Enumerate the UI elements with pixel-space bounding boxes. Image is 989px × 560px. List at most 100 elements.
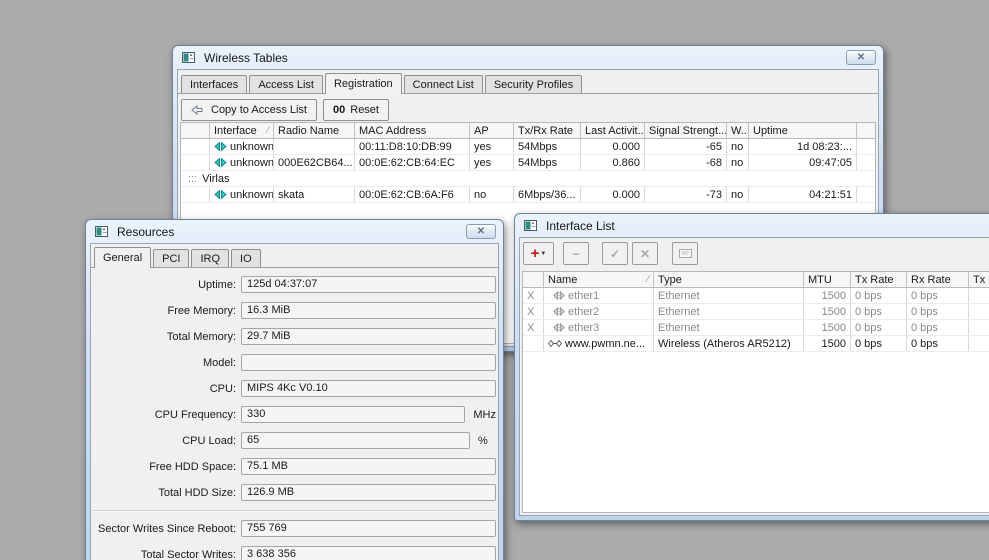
free-hdd-value: 75.1 MB	[241, 458, 496, 475]
window-icon	[182, 52, 195, 63]
check-icon: ✓	[610, 248, 620, 260]
tab-connect-list[interactable]: Connect List	[404, 75, 483, 93]
sort-asc-icon: ∕	[644, 273, 649, 287]
col-txrx-rate[interactable]: Tx/Rx Rate	[514, 123, 581, 138]
col-name[interactable]: Name∕	[544, 272, 654, 287]
field-model: Model:	[93, 354, 496, 371]
comment-prefix: :::	[188, 173, 197, 185]
interface-list-body: + ▼ − ✓ ✕	[519, 237, 989, 516]
model-value	[241, 354, 496, 371]
resources-fields: Uptime: 125d 04:37:07 Free Memory: 16.3 …	[91, 268, 498, 560]
arrow-left-icon	[191, 105, 203, 115]
col-last-activity[interactable]: Last Activit...	[581, 123, 645, 138]
table-row[interactable]: unknown 000E62CB64... 00:0E:62:CB:64:EC …	[181, 155, 875, 171]
wireless-interface-icon	[214, 142, 227, 151]
table-row[interactable]: unknown skata 00:0E:62:CB:6A:F6 no 6Mbps…	[181, 187, 875, 203]
interface-table-header: Name∕ Type MTU Tx Rate Rx Rate Tx	[523, 272, 989, 288]
cpu-load-value: 65	[241, 432, 470, 449]
resources-titlebar[interactable]: Resources ✕	[86, 220, 503, 243]
wireless-toolbar: Copy to Access List 00 Reset	[178, 94, 878, 125]
comment-row[interactable]: ::: Virlas	[181, 171, 875, 187]
uptime-value: 125d 04:37:07	[241, 276, 496, 293]
window-title: Resources	[117, 225, 174, 239]
ethernet-interface-icon	[553, 323, 565, 332]
tab-registration[interactable]: Registration	[325, 73, 402, 94]
total-memory-value: 29.7 MiB	[241, 328, 496, 345]
field-free-memory: Free Memory: 16.3 MiB	[93, 302, 496, 319]
resources-window: Resources ✕ General PCI IRQ IO Uptime: 1…	[85, 219, 504, 560]
table-row[interactable]: www.pwmn.ne... Wireless (Atheros AR5212)…	[523, 336, 989, 352]
interface-list-titlebar[interactable]: Interface List ✕	[515, 214, 989, 237]
col-w[interactable]: W...	[727, 123, 749, 138]
disable-interface-button[interactable]: ✕	[632, 242, 658, 265]
col-type[interactable]: Type	[654, 272, 804, 287]
window-title: Wireless Tables	[204, 51, 288, 65]
tab-io[interactable]: IO	[231, 249, 261, 267]
tab-security-profiles[interactable]: Security Profiles	[485, 75, 582, 93]
field-total-sector-writes: Total Sector Writes: 3 638 356	[93, 546, 496, 560]
flag-column-header[interactable]	[181, 123, 210, 138]
reset-label: Reset	[350, 104, 379, 116]
col-mac-address[interactable]: MAC Address	[355, 123, 470, 138]
enable-interface-button[interactable]: ✓	[602, 242, 628, 265]
field-cpu-frequency: CPU Frequency: 330 MHz	[93, 406, 496, 423]
ethernet-interface-icon	[553, 307, 565, 316]
cpu-frequency-unit: MHz	[473, 409, 496, 421]
wireless-tabbar: Interfaces Access List Registration Conn…	[178, 70, 878, 94]
wireless-interface-icon	[214, 158, 227, 167]
cross-icon: ✕	[640, 248, 650, 260]
ethernet-interface-icon	[553, 291, 565, 300]
tab-irq[interactable]: IRQ	[191, 249, 229, 267]
reset-button[interactable]: 00 Reset	[323, 99, 389, 121]
tab-access-list[interactable]: Access List	[249, 75, 323, 93]
col-radio-name[interactable]: Radio Name	[274, 123, 355, 138]
field-sector-writes-reboot: Sector Writes Since Reboot: 755 769	[93, 520, 496, 537]
col-signal-strength[interactable]: Signal Strengt...	[645, 123, 727, 138]
field-free-hdd: Free HDD Space: 75.1 MB	[93, 458, 496, 475]
col-mtu[interactable]: MTU	[804, 272, 851, 287]
registration-table-header: Interface∕ Radio Name MAC Address AP Tx/…	[181, 123, 875, 139]
table-row[interactable]: X ether2 Ethernet 1500 0 bps 0 bps	[523, 304, 989, 320]
col-tx-rate[interactable]: Tx Rate	[851, 272, 907, 287]
col-uptime[interactable]: Uptime	[749, 123, 857, 138]
wireless-interface-icon	[214, 190, 227, 199]
comment-button[interactable]	[672, 242, 698, 265]
cpu-frequency-input[interactable]: 330	[241, 406, 465, 423]
total-sector-writes-value: 3 638 356	[241, 546, 496, 560]
remove-interface-button[interactable]: −	[563, 242, 589, 265]
copy-to-access-list-button[interactable]: Copy to Access List	[181, 99, 317, 121]
col-tx-cut[interactable]: Tx	[969, 272, 989, 287]
table-row[interactable]: X ether1 Ethernet 1500 0 bps 0 bps	[523, 288, 989, 304]
col-filler	[857, 123, 875, 138]
tab-general[interactable]: General	[94, 247, 151, 268]
table-row[interactable]: X ether3 Ethernet 1500 0 bps 0 bps	[523, 320, 989, 336]
flag-column-header[interactable]	[523, 272, 544, 287]
total-hdd-value: 126.9 MB	[241, 484, 496, 501]
interface-list-window: Interface List ✕ + ▼ − ✓ ✕	[514, 213, 989, 521]
wireless-tables-titlebar[interactable]: Wireless Tables ✕	[173, 46, 883, 69]
col-interface[interactable]: Interface∕	[210, 123, 274, 138]
field-cpu-load: CPU Load: 65 %	[93, 432, 496, 449]
field-uptime: Uptime: 125d 04:37:07	[93, 276, 496, 293]
add-interface-button[interactable]: + ▼	[523, 242, 554, 265]
window-title: Interface List	[546, 219, 615, 233]
close-icon[interactable]: ✕	[466, 224, 496, 239]
wlan-interface-icon	[548, 339, 562, 348]
interface-table: Name∕ Type MTU Tx Rate Rx Rate Tx X ethe…	[522, 271, 989, 513]
section-divider	[93, 510, 496, 512]
comment-note-icon	[679, 248, 692, 259]
table-row[interactable]: unknown 00:11:D8:10:DB:99 yes 54Mbps 0.0…	[181, 139, 875, 155]
resources-tabbar: General PCI IRQ IO	[91, 244, 498, 268]
field-total-hdd: Total HDD Size: 126.9 MB	[93, 484, 496, 501]
cpu-load-unit: %	[478, 435, 488, 447]
plus-icon: +	[531, 246, 540, 261]
copy-to-access-list-label: Copy to Access List	[211, 104, 307, 116]
col-rx-rate[interactable]: Rx Rate	[907, 272, 969, 287]
tab-pci[interactable]: PCI	[153, 249, 189, 267]
sort-asc-icon: ∕	[264, 124, 269, 138]
tab-interfaces[interactable]: Interfaces	[181, 75, 247, 93]
close-icon[interactable]: ✕	[846, 50, 876, 65]
comment-text: Virlas	[202, 173, 229, 185]
chevron-down-icon: ▼	[540, 251, 546, 257]
col-ap[interactable]: AP	[470, 123, 514, 138]
